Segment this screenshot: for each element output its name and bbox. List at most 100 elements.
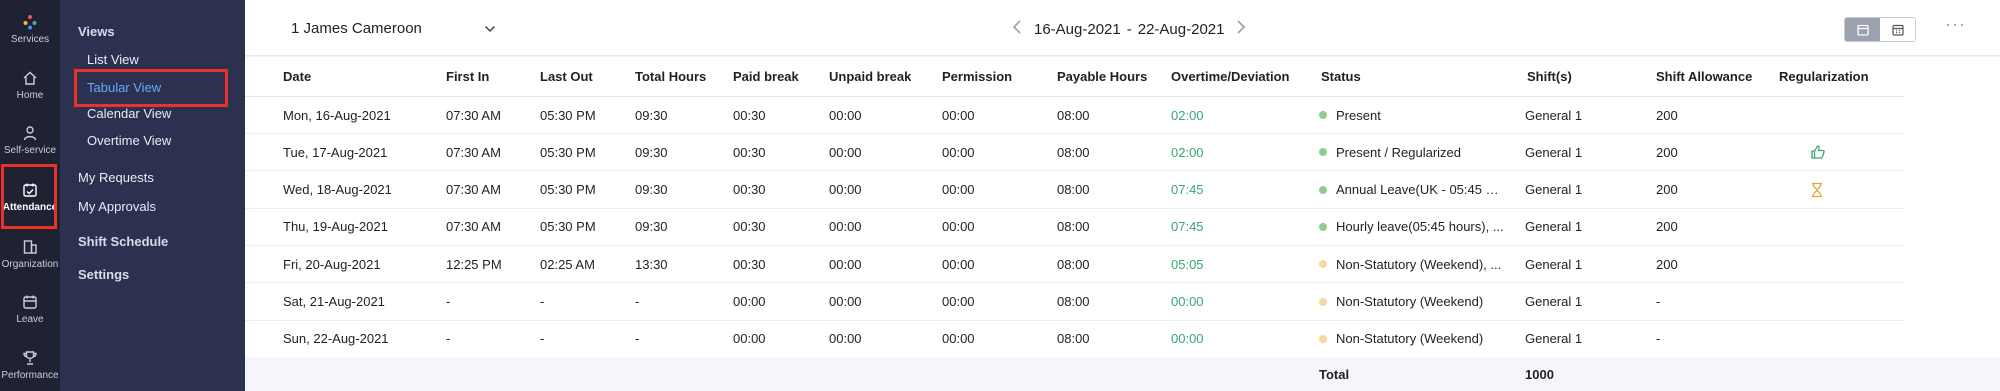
calendar-icon (23, 295, 37, 309)
table-row[interactable]: Wed, 18-Aug-2021 07:30 AM 05:30 PM 09:30 00:… (245, 172, 1905, 209)
cell-permission: 00:00 (942, 144, 975, 160)
cell-shift: General 1 (1525, 182, 1583, 198)
rail-item-self-service[interactable]: Self-service (0, 125, 60, 156)
rail-item-home[interactable]: Home (0, 70, 60, 101)
col-total-hours: Total Hours (635, 69, 707, 84)
icon-rail: Services Home Self-service Attendance Or… (0, 0, 60, 391)
subnav-shift-schedule[interactable]: Shift Schedule (78, 234, 168, 249)
building-icon (23, 240, 37, 254)
subnav-list-view[interactable]: List View (87, 52, 139, 67)
status-dot (1319, 334, 1327, 343)
sub-navigation: Views List View Tabular View Calendar Vi… (60, 0, 245, 391)
range-separator: - (1126, 21, 1132, 38)
total-value: 1000 (1525, 366, 1554, 382)
col-permission: Permission (942, 69, 1013, 84)
table-row[interactable]: Thu, 19-Aug-2021 07:30 AM 05:30 PM 09:30 00:… (245, 209, 1905, 246)
table-row[interactable]: Tue, 17-Aug-2021 07:30 AM 05:30 PM 09:30 00:… (245, 134, 1905, 172)
cell-permission: 00:00 (942, 256, 975, 272)
cell-unpaid-break: 00:00 (829, 219, 862, 235)
status-dot (1319, 297, 1327, 306)
cell-paid-break: 00:30 (733, 144, 766, 160)
cell-permission: 00:00 (942, 331, 975, 347)
cell-date: Tue, 17-Aug-2021 (283, 144, 388, 160)
prev-week-arrow-icon[interactable] (1000, 19, 1034, 40)
rail-item-services[interactable]: Services (0, 14, 60, 45)
col-payable-hours: Payable Hours (1057, 69, 1148, 84)
cell-shift-allowance: 200 (1656, 107, 1678, 123)
status-dot (1319, 260, 1327, 269)
subnav-calendar-view[interactable]: Calendar View (87, 106, 171, 121)
status-text: Hourly leave(05:45 hours), ... (1336, 219, 1504, 235)
cell-unpaid-break: 00:00 (829, 256, 862, 272)
tabular-view-highlight-box (74, 69, 228, 107)
cell-shift: General 1 (1525, 107, 1583, 123)
cell-first-in: 07:30 AM (446, 219, 501, 235)
col-overtime: Overtime/Deviation (1171, 69, 1290, 84)
cell-shift-allowance: - (1656, 294, 1661, 309)
subnav-settings[interactable]: Settings (78, 267, 129, 282)
cell-status: Present (1319, 97, 1381, 133)
home-icon (23, 71, 37, 85)
cell-shift-allowance: 200 (1656, 219, 1678, 235)
rail-item-leave[interactable]: Leave (0, 294, 60, 325)
employee-select[interactable]: 1 James Cameroon (291, 20, 496, 37)
cell-status: Non-Statutory (Weekend) (1319, 321, 1483, 357)
rail-item-performance[interactable]: Performance (0, 350, 60, 381)
cell-first-in: 07:30 AM (446, 144, 501, 160)
attendance-table: Date First In Last Out Total Hours Paid … (245, 57, 2000, 391)
cell-status: Present / Regularized (1319, 134, 1461, 170)
cell-first-in: - (446, 294, 451, 309)
table-row[interactable]: Sun, 22-Aug-2021 - - - 00:00 00:00 00:00 08:00 0… (245, 321, 1905, 358)
status-text: Present (1336, 107, 1381, 123)
table-row[interactable]: Sat, 21-Aug-2021 - - - 00:00 00:00 00:00 08:00 0… (245, 284, 1905, 321)
cell-shift-allowance: 200 (1656, 144, 1678, 160)
cell-unpaid-break: 00:00 (829, 182, 862, 198)
table-header-row: Date First In Last Out Total Hours Paid … (245, 57, 1905, 97)
cell-payable-hours: 08:00 (1057, 294, 1090, 309)
cell-shift-allowance: 200 (1656, 182, 1678, 198)
grid-view-toggle[interactable] (1880, 18, 1915, 41)
table-row[interactable]: Fri, 20-Aug-2021 12:25 PM 02:25 AM 13:30 00:… (245, 246, 1905, 284)
cell-overtime: 02:00 (1171, 107, 1204, 123)
date-range: 16-Aug-2021 - 22-Aug-2021 (1000, 19, 1258, 40)
more-options-icon[interactable]: ··· (1945, 14, 1966, 35)
thumbs-up-icon[interactable] (1810, 134, 1826, 170)
cell-paid-break: 00:00 (733, 294, 766, 309)
cell-last-out: - (540, 331, 545, 347)
cell-paid-break: 00:00 (733, 331, 766, 347)
range-end: 22-Aug-2021 (1137, 21, 1225, 38)
hourglass-icon[interactable] (1810, 172, 1824, 208)
status-dot (1319, 185, 1327, 194)
total-label: Total (1319, 366, 1350, 382)
app: Services Home Self-service Attendance Or… (0, 0, 2000, 391)
employee-name: 1 James Cameroon (291, 20, 422, 37)
calendar-view-toggle[interactable] (1845, 18, 1880, 41)
col-last-out: Last Out (540, 69, 593, 84)
cell-first-in: - (446, 331, 451, 347)
cell-date: Sun, 22-Aug-2021 (283, 331, 389, 347)
cell-date: Fri, 20-Aug-2021 (283, 256, 381, 272)
subnav-overtime-view[interactable]: Overtime View (87, 133, 171, 148)
cell-permission: 00:00 (942, 219, 975, 235)
cell-total-hours: 09:30 (635, 219, 668, 235)
person-icon (23, 126, 37, 141)
cell-overtime: 07:45 (1171, 182, 1204, 198)
services-icon (23, 15, 37, 30)
cell-unpaid-break: 00:00 (829, 294, 862, 309)
attendance-highlight-box (1, 164, 57, 229)
rail-item-organization[interactable]: Organization (0, 239, 60, 270)
rail-label: Performance (1, 370, 59, 381)
status-dot (1319, 111, 1327, 119)
subnav-my-requests[interactable]: My Requests (78, 170, 154, 185)
cell-payable-hours: 08:00 (1057, 182, 1090, 198)
total-row: Total 1000 (245, 357, 2000, 391)
cell-paid-break: 00:30 (733, 256, 766, 272)
rail-label: Organization (1, 259, 59, 270)
col-regularization: Regularization (1779, 69, 1869, 84)
next-week-arrow-icon[interactable] (1224, 19, 1258, 40)
cell-total-hours: - (635, 331, 640, 347)
subnav-my-approvals[interactable]: My Approvals (78, 199, 156, 214)
col-shift-allowance: Shift Allowance (1656, 69, 1753, 84)
cell-permission: 00:00 (942, 107, 975, 123)
table-row[interactable]: Mon, 16-Aug-2021 07:30 AM 05:30 PM 09:30 00:… (245, 97, 1905, 134)
